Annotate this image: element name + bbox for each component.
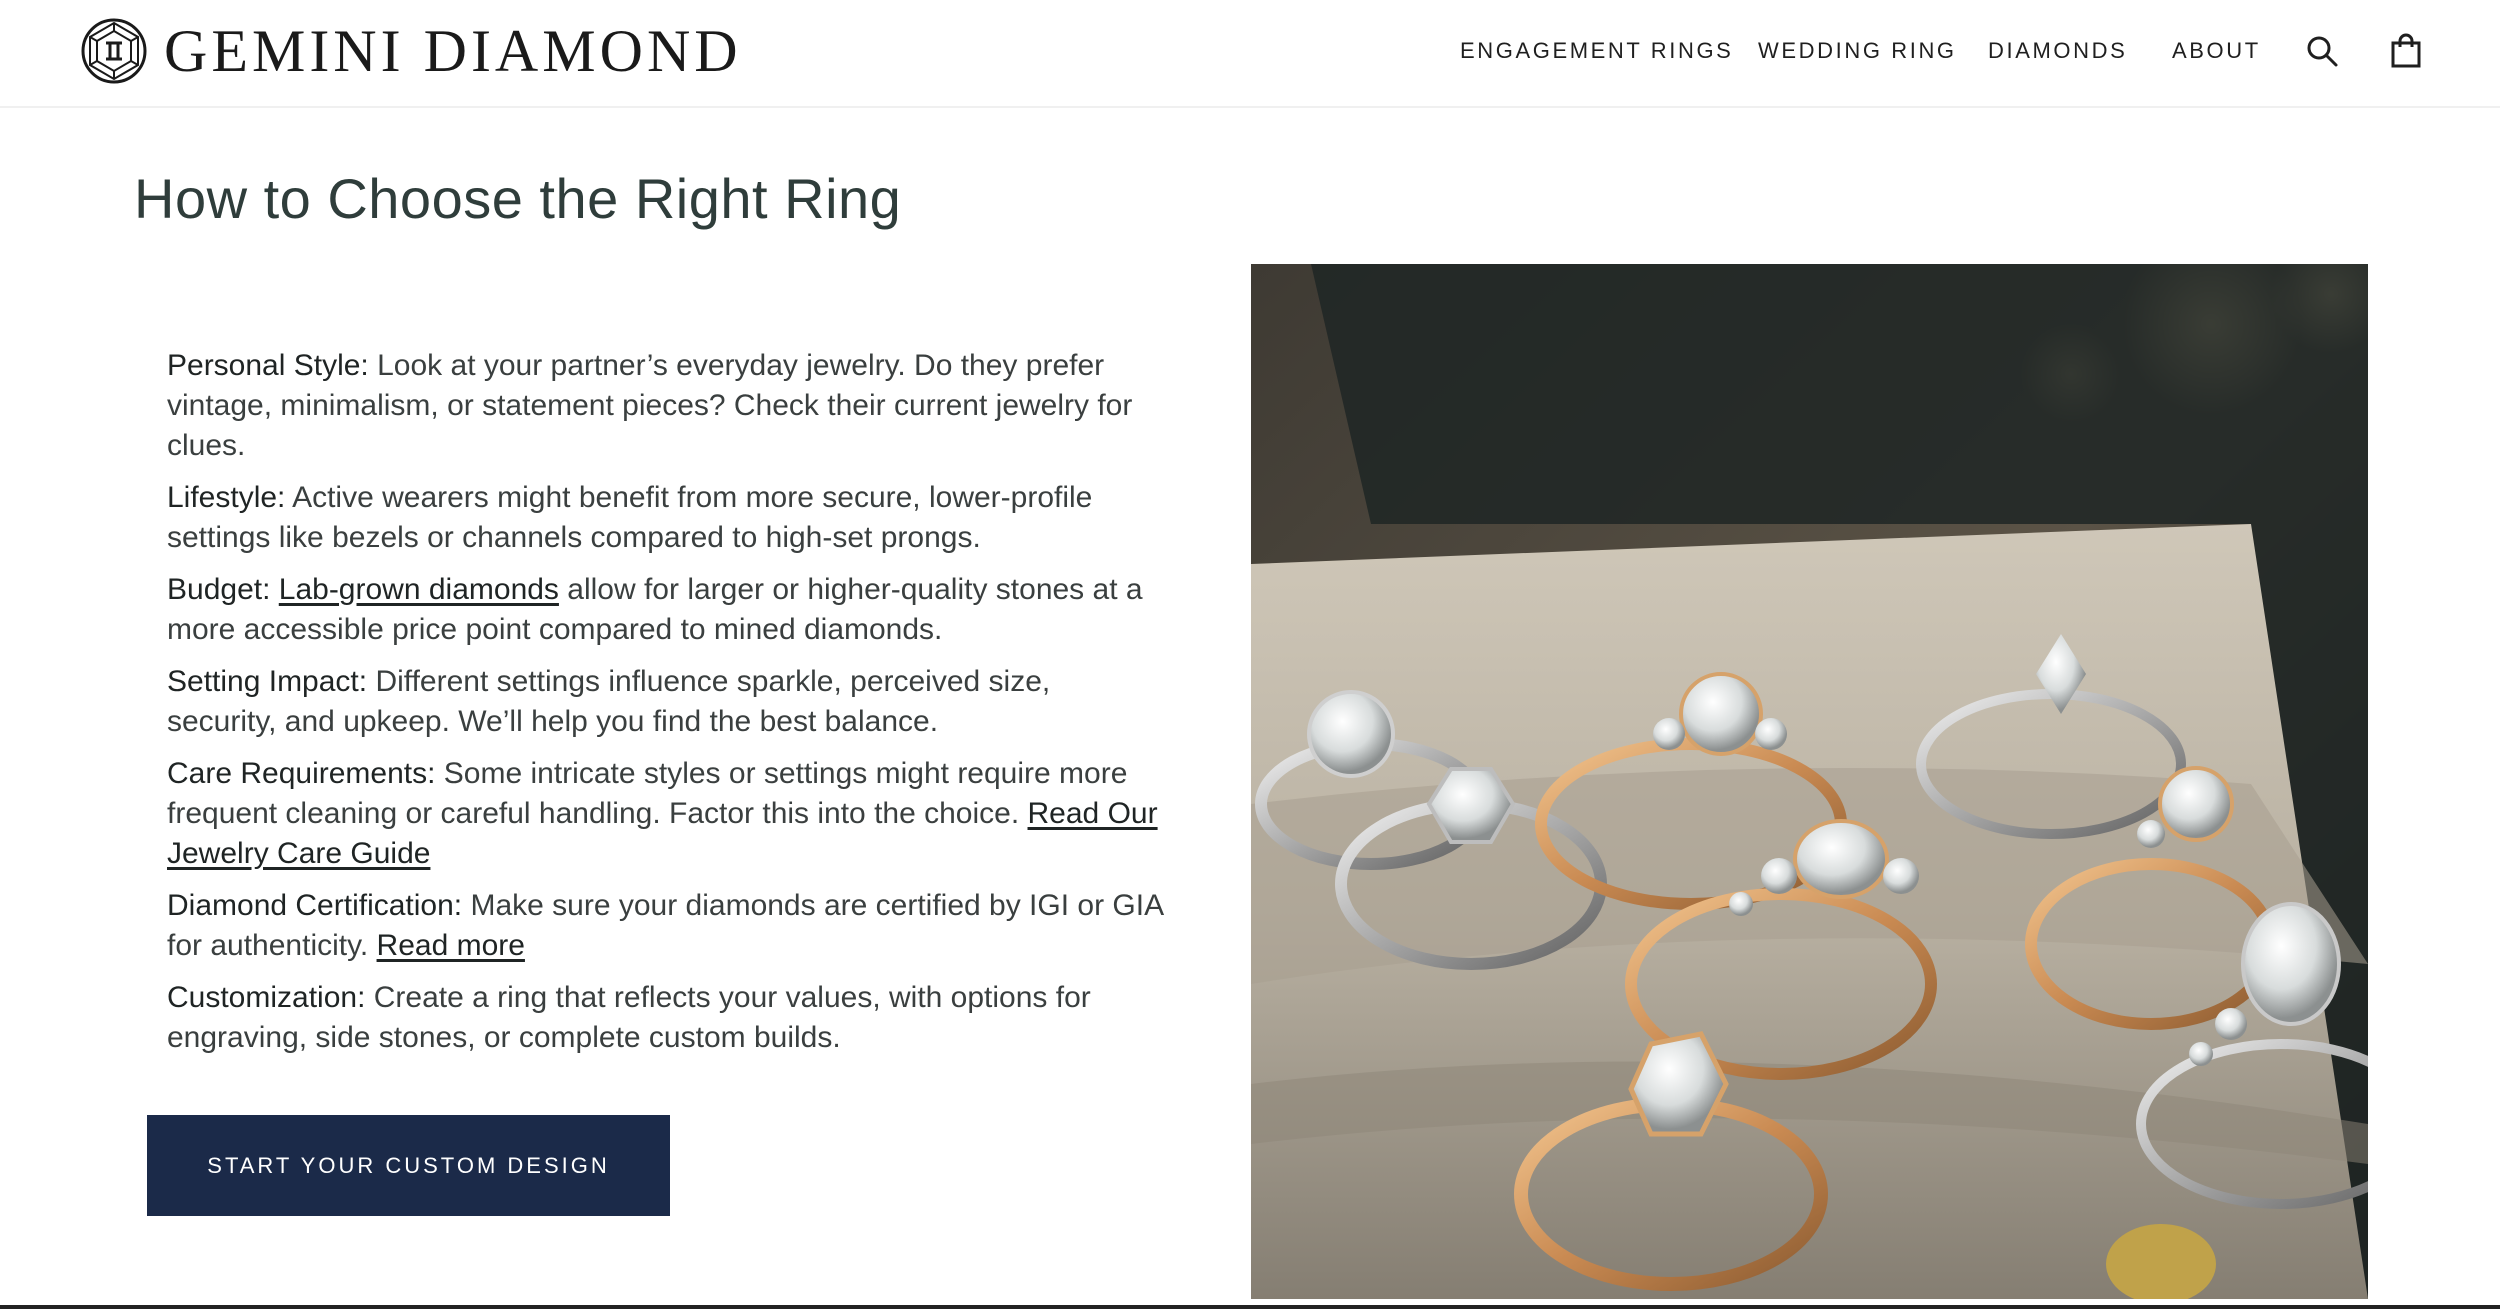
lab-grown-diamonds-link[interactable]: Lab-grown diamonds: [279, 573, 559, 606]
shopping-bag-icon[interactable]: [2388, 33, 2424, 69]
page-bottom-divider: [0, 1305, 2500, 1309]
ring-guide-list: Personal Style: Look at your partner’s e…: [167, 346, 1167, 1070]
search-icon[interactable]: [2304, 33, 2340, 69]
guide-label: Customization:: [167, 981, 366, 1014]
guide-customization: Customization: Create a ring that reflec…: [167, 978, 1167, 1058]
rings-in-tray-image: [1251, 264, 2368, 1299]
guide-diamond-certification: Diamond Certification: Make sure your di…: [167, 886, 1167, 966]
guide-setting-impact: Setting Impact: Different settings influ…: [167, 662, 1167, 742]
start-custom-design-button[interactable]: START YOUR CUSTOM DESIGN: [147, 1115, 670, 1216]
rings-photo: [1251, 264, 2368, 1299]
brand-name: GEMINI DIAMOND: [164, 18, 742, 84]
brand-logo[interactable]: GEMINI DIAMOND: [80, 16, 742, 86]
guide-label: Care Requirements:: [167, 757, 436, 790]
guide-personal-style: Personal Style: Look at your partner’s e…: [167, 346, 1167, 466]
nav-wedding-ring[interactable]: WEDDING RING: [1758, 38, 1957, 64]
guide-label: Budget:: [167, 573, 271, 606]
gemini-diamond-logo-icon: [81, 18, 147, 84]
guide-label: Setting Impact:: [167, 665, 368, 698]
guide-label: Diamond Certification:: [167, 889, 463, 922]
guide-budget: Budget: Lab-grown diamonds allow for lar…: [167, 570, 1167, 650]
guide-care-requirements: Care Requirements: Some intricate styles…: [167, 754, 1167, 874]
nav-engagement-rings[interactable]: ENGAGEMENT RINGS: [1460, 38, 1733, 64]
nav-diamonds[interactable]: DIAMONDS: [1988, 38, 2127, 64]
guide-lifestyle: Lifestyle: Active wearers might benefit …: [167, 478, 1167, 558]
nav-about[interactable]: ABOUT: [2172, 38, 2261, 64]
read-more-link[interactable]: Read more: [377, 929, 525, 962]
guide-text: Active wearers might benefit from more s…: [167, 481, 1093, 554]
page-title: How to Choose the Right Ring: [134, 167, 902, 230]
guide-label: Lifestyle:: [167, 481, 286, 514]
guide-label: Personal Style:: [167, 349, 369, 382]
site-header: GEMINI DIAMOND ENGAGEMENT RINGS WEDDING …: [0, 0, 2500, 108]
